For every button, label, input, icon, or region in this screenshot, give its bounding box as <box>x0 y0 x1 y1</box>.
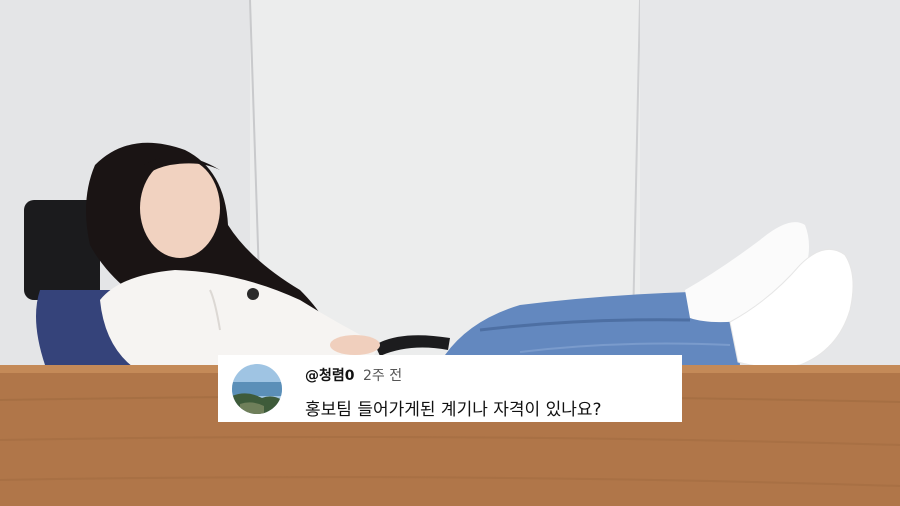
office-scene-illustration <box>0 0 900 506</box>
comment-time: 2주 전 <box>362 368 403 384</box>
face <box>140 158 220 258</box>
comment-author: @청렴0 <box>305 368 355 384</box>
comment-text: 홍보팀 들어가게된 계기나 자격이 있나요? <box>305 400 602 420</box>
clip-mic <box>247 288 259 300</box>
comment-meta: @청렴0 2주 전 <box>305 365 402 385</box>
comment-card: @청렴0 2주 전 홍보팀 들어가게된 계기나 자격이 있나요? <box>218 355 682 422</box>
seaside-photo-avatar <box>232 364 282 414</box>
hand <box>330 335 380 355</box>
video-frame: @청렴0 2주 전 홍보팀 들어가게된 계기나 자격이 있나요? <box>0 0 900 506</box>
